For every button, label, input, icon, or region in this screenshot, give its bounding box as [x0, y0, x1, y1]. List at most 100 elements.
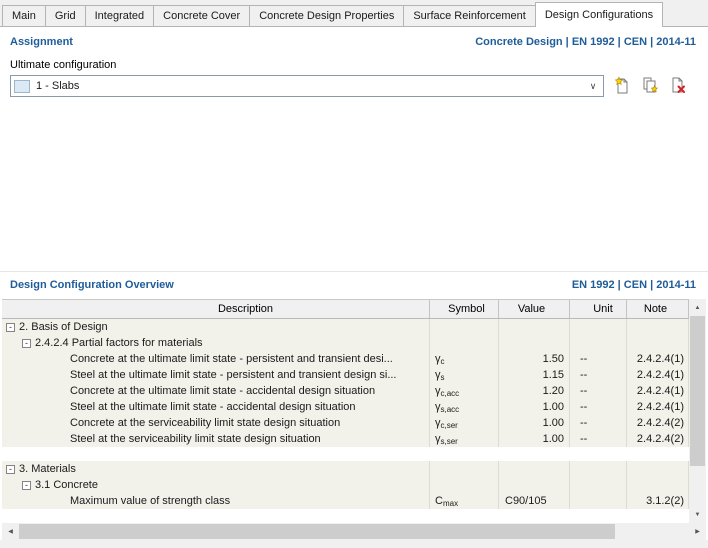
row-value — [499, 335, 570, 351]
column-header-value: Value — [499, 300, 570, 318]
assignment-title: Assignment — [10, 36, 73, 48]
row-description: Concrete at the ultimate limit state - a… — [2, 383, 430, 399]
row-description: -3. Materials — [2, 461, 430, 477]
row-symbol: Cmax — [430, 493, 499, 509]
table-header: DescriptionSymbolValueUnitNote — [2, 299, 689, 319]
config-color-swatch — [14, 80, 30, 93]
row-description: Maximum value of strength class — [2, 493, 430, 509]
column-header-note: Note — [627, 300, 689, 318]
table-row[interactable]: -2. Basis of Design — [2, 319, 689, 335]
row-note — [627, 477, 689, 493]
row-unit — [570, 493, 627, 509]
column-header-symbol: Symbol — [430, 300, 499, 318]
configuration-select[interactable]: 1 - Slabs ∨ — [10, 75, 604, 97]
delete-configuration-icon — [669, 76, 687, 97]
row-note: 2.4.2.4(2) — [627, 431, 689, 447]
delete-configuration-button[interactable] — [667, 75, 689, 97]
tab-concrete-design-properties[interactable]: Concrete Design Properties — [249, 5, 404, 26]
row-value: C90/105 — [499, 493, 570, 509]
row-unit: -- — [570, 399, 627, 415]
table-row[interactable]: Concrete at the ultimate limit state - p… — [2, 351, 689, 367]
configuration-value: 1 - Slabs — [36, 80, 583, 92]
column-header-unit: Unit — [570, 300, 627, 318]
tab-main[interactable]: Main — [2, 5, 46, 26]
table-row[interactable]: Concrete at the serviceability limit sta… — [2, 415, 689, 431]
row-description: Steel at the ultimate limit state - acci… — [2, 399, 430, 415]
horizontal-scrollbar[interactable]: ◀ ▶ — [2, 523, 706, 540]
tab-bar: MainGridIntegratedConcrete CoverConcrete… — [0, 0, 708, 27]
collapse-icon[interactable]: - — [6, 465, 15, 474]
table-row[interactable]: -3.1 Concrete — [2, 477, 689, 493]
row-note: 2.4.2.4(2) — [627, 415, 689, 431]
row-symbol: γc — [430, 351, 499, 367]
row-unit — [570, 319, 627, 335]
row-description: -2. Basis of Design — [2, 319, 430, 335]
row-symbol — [430, 477, 499, 493]
row-value: 1.50 — [499, 351, 570, 367]
collapse-icon[interactable]: - — [6, 323, 15, 332]
row-value: 1.20 — [499, 383, 570, 399]
copy-configuration-button[interactable] — [639, 75, 661, 97]
row-symbol: γc,acc — [430, 383, 499, 399]
row-symbol — [430, 335, 499, 351]
table-body: -2. Basis of Design-2.4.2.4 Partial fact… — [2, 319, 689, 523]
row-note: 2.4.2.4(1) — [627, 367, 689, 383]
horizontal-scroll-thumb[interactable] — [19, 524, 615, 539]
row-symbol: γs — [430, 367, 499, 383]
row-unit: -- — [570, 431, 627, 447]
row-unit: -- — [570, 415, 627, 431]
row-note — [627, 461, 689, 477]
tab-design-configurations[interactable]: Design Configurations — [535, 2, 663, 27]
table-row[interactable]: -2.4.2.4 Partial factors for materials — [2, 335, 689, 351]
row-symbol: γs,acc — [430, 399, 499, 415]
tab-surface-reinforcement[interactable]: Surface Reinforcement — [403, 5, 536, 26]
copy-configuration-icon — [641, 76, 659, 97]
row-description: Steel at the serviceability limit state … — [2, 431, 430, 447]
row-note: 2.4.2.4(1) — [627, 351, 689, 367]
collapse-icon[interactable]: - — [22, 339, 31, 348]
row-unit — [570, 477, 627, 493]
collapse-icon[interactable]: - — [22, 481, 31, 490]
assignment-standard: Concrete Design | EN 1992 | CEN | 2014-1… — [475, 36, 696, 48]
table-row[interactable]: -3. Materials — [2, 461, 689, 477]
scroll-left-icon[interactable]: ◀ — [2, 523, 19, 540]
vertical-scrollbar[interactable]: ▲ ▼ — [689, 299, 706, 523]
table-row[interactable]: Steel at the ultimate limit state - acci… — [2, 399, 689, 415]
row-value: 1.00 — [499, 415, 570, 431]
row-symbol — [430, 461, 499, 477]
row-note: 3.1.2(2) — [627, 493, 689, 509]
table-row[interactable]: Concrete at the ultimate limit state - a… — [2, 383, 689, 399]
row-note — [627, 335, 689, 351]
table-row[interactable]: Maximum value of strength classCmaxC90/1… — [2, 493, 689, 509]
row-unit — [570, 461, 627, 477]
row-note: 2.4.2.4(1) — [627, 399, 689, 415]
row-description: -3.1 Concrete — [2, 477, 430, 493]
overview-standard: EN 1992 | CEN | 2014-11 — [572, 279, 696, 291]
row-description: Concrete at the ultimate limit state - p… — [2, 351, 430, 367]
row-unit: -- — [570, 383, 627, 399]
vertical-scroll-thumb[interactable] — [690, 316, 705, 466]
new-configuration-icon — [613, 76, 631, 97]
overview-title: Design Configuration Overview — [10, 279, 174, 291]
scroll-up-icon[interactable]: ▲ — [689, 299, 706, 316]
row-symbol: γc,ser — [430, 415, 499, 431]
row-value: 1.00 — [499, 399, 570, 415]
tab-integrated[interactable]: Integrated — [85, 5, 155, 26]
chevron-down-icon[interactable]: ∨ — [583, 81, 603, 92]
table-row[interactable]: Steel at the serviceability limit state … — [2, 431, 689, 447]
overview-table: DescriptionSymbolValueUnitNote -2. Basis… — [2, 299, 706, 540]
table-spacer-row — [2, 447, 689, 461]
row-symbol: γs,ser — [430, 431, 499, 447]
row-description: -2.4.2.4 Partial factors for materials — [2, 335, 430, 351]
new-configuration-button[interactable] — [611, 75, 633, 97]
scroll-down-icon[interactable]: ▼ — [689, 506, 706, 523]
row-value: 1.15 — [499, 367, 570, 383]
row-value — [499, 477, 570, 493]
row-value — [499, 319, 570, 335]
scroll-right-icon[interactable]: ▶ — [689, 523, 706, 540]
column-header-description: Description — [2, 300, 430, 318]
row-description: Concrete at the serviceability limit sta… — [2, 415, 430, 431]
table-row[interactable]: Steel at the ultimate limit state - pers… — [2, 367, 689, 383]
tab-grid[interactable]: Grid — [45, 5, 86, 26]
tab-concrete-cover[interactable]: Concrete Cover — [153, 5, 250, 26]
